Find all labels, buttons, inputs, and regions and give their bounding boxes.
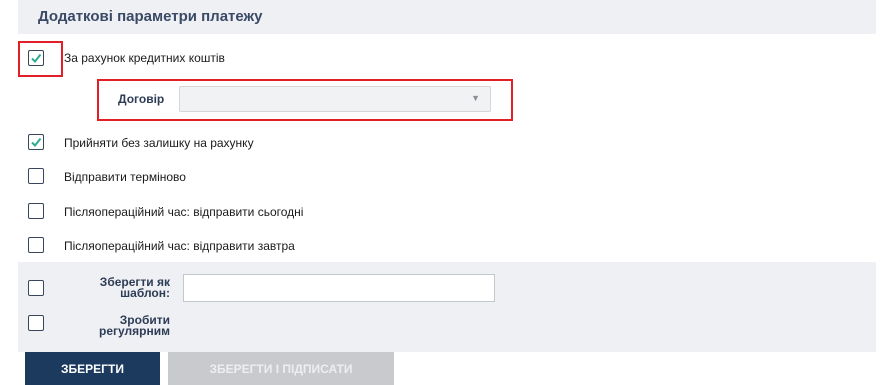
credit-funds-checkbox[interactable] (28, 50, 44, 66)
save-button[interactable]: ЗБЕРЕГТИ (25, 352, 160, 385)
after-hours-tomorrow-label: Післяопераційний час: відправити завтра (64, 239, 295, 253)
make-regular-label: Зробити регулярним (70, 314, 170, 338)
template-name-input[interactable] (183, 274, 495, 302)
no-balance-label: Прийняти без залишку на рахунку (64, 136, 254, 150)
save-as-template-label-line2: шаблон: (120, 286, 170, 300)
save-as-template-label: Зберегти як шаблон: (70, 276, 170, 300)
contract-select[interactable]: ▼ (179, 86, 491, 112)
after-hours-today-label: Післяопераційний час: відправити сьогодн… (64, 205, 304, 219)
after-hours-tomorrow-checkbox[interactable] (28, 237, 44, 253)
credit-funds-label: За рахунок кредитних коштів (64, 51, 225, 65)
urgent-label: Відправити терміново (64, 170, 186, 184)
save-and-sign-button[interactable]: ЗБЕРЕГТИ І ПІДПИСАТИ (168, 352, 394, 385)
make-regular-checkbox[interactable] (28, 315, 44, 331)
after-hours-today-checkbox[interactable] (28, 203, 44, 219)
make-regular-label-line2: регулярним (99, 324, 170, 338)
urgent-checkbox[interactable] (28, 168, 44, 184)
section-header: Додаткові параметри платежу (18, 0, 876, 34)
dropdown-arrow-icon: ▼ (471, 93, 480, 103)
no-balance-checkbox[interactable] (28, 134, 44, 150)
save-as-template-checkbox[interactable] (28, 280, 44, 296)
contract-label: Договір (118, 92, 165, 106)
section-title: Додаткові параметри платежу (38, 8, 263, 25)
